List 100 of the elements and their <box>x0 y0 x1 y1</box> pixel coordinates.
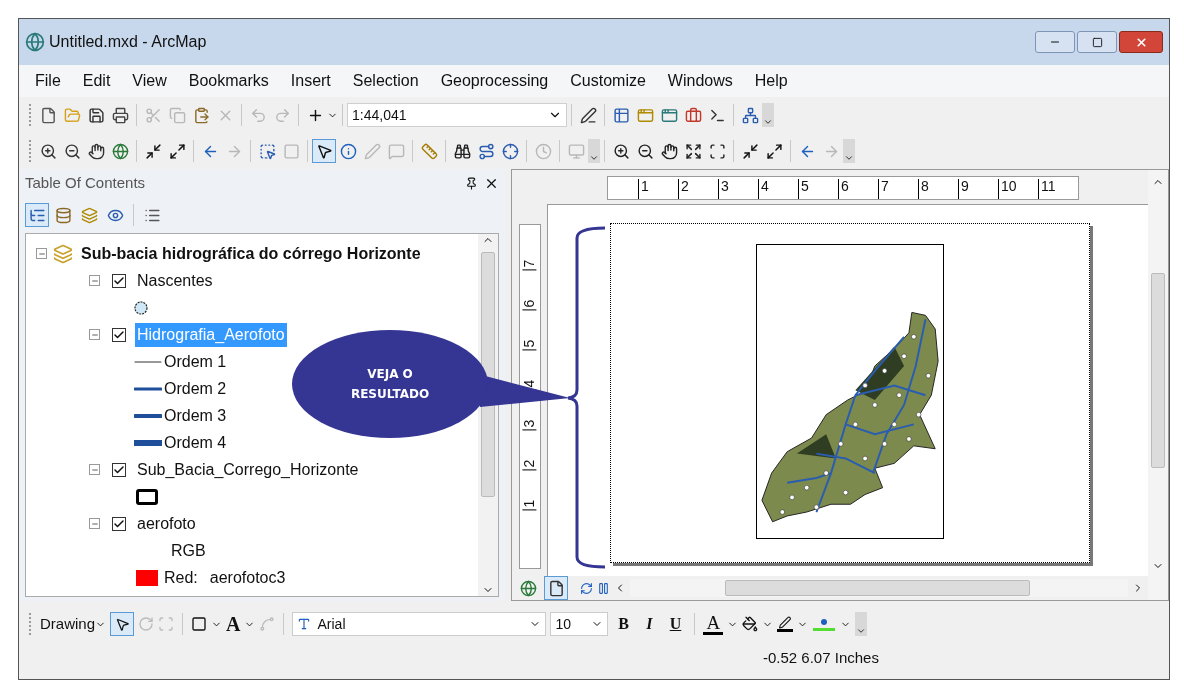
scrollbar-thumb[interactable] <box>725 580 1030 596</box>
zoom-out-icon <box>636 142 654 160</box>
ruler-label: 2 <box>678 179 718 199</box>
window-title: Untitled.mxd - ArcMap <box>49 32 207 52</box>
select-cursor-icon <box>258 142 276 160</box>
ruler-label: 3 <box>522 419 537 431</box>
pointer-button[interactable] <box>312 139 336 163</box>
pointer-icon <box>114 616 130 632</box>
select-elements-button[interactable] <box>110 612 135 636</box>
line-color-icon[interactable] <box>777 616 794 632</box>
font-size-combo[interactable]: 10 <box>550 612 609 636</box>
page-icon <box>547 579 565 597</box>
toolbar-grip[interactable] <box>29 613 32 635</box>
arrows-outward-icon <box>168 142 186 160</box>
panel-title: Table Of Contents <box>25 172 146 193</box>
diagram-icon <box>741 106 759 124</box>
horizontal-scrollbar[interactable] <box>630 579 1128 597</box>
polygon-symbol-icon <box>136 488 158 505</box>
ruler-label: 2 <box>522 459 537 471</box>
legend-label: Ordem 1 <box>164 351 227 372</box>
menu-item[interactable]: Geoprocessing <box>440 69 549 93</box>
font-icon <box>297 617 312 631</box>
vertical-scrollbar[interactable] <box>478 234 498 596</box>
close-button[interactable] <box>1119 31 1163 53</box>
layer-checkbox[interactable] <box>112 273 126 288</box>
ruler-label: 7 <box>522 259 537 271</box>
menu-item[interactable]: Customize <box>570 69 646 93</box>
menu-item[interactable]: Selection <box>352 69 419 93</box>
data-frame-name[interactable]: Sub-bacia hidrográfica do córrego Horizonte <box>81 241 421 266</box>
legend-label: Ordem 3 <box>164 405 227 426</box>
check-icon <box>113 463 125 476</box>
scale-combo[interactable]: 1:44,041 <box>347 103 567 127</box>
maximize-button[interactable] <box>1077 31 1117 53</box>
font-size: 10 <box>555 614 572 634</box>
menu-item[interactable]: View <box>132 69 167 93</box>
hand-icon <box>660 142 678 160</box>
ruler-label: 7 <box>878 179 918 199</box>
font-color-button[interactable]: A <box>703 613 724 635</box>
scale-value: 1:44,041 <box>352 105 407 125</box>
rectangle-icon[interactable] <box>191 616 208 632</box>
expander[interactable] <box>89 329 100 340</box>
ruler-label: 1 <box>522 499 537 511</box>
vertical-scrollbar[interactable] <box>1148 170 1168 600</box>
point-symbol-icon <box>134 300 148 315</box>
scrollbar-thumb[interactable] <box>1151 273 1165 468</box>
fill-color-icon[interactable] <box>742 616 759 632</box>
bold-button[interactable]: B <box>612 612 635 636</box>
expander[interactable] <box>36 248 47 259</box>
refresh-icon[interactable] <box>580 581 593 595</box>
ruler-label: 6 <box>522 299 537 311</box>
italic-button[interactable]: I <box>638 612 661 636</box>
layer-name[interactable]: aerofoto <box>135 511 198 536</box>
pen-icon <box>363 142 381 160</box>
binoculars-icon <box>453 142 471 160</box>
page-button[interactable] <box>544 576 568 600</box>
scissors-icon <box>144 106 162 124</box>
zoom-in-icon <box>39 142 57 160</box>
layer-name[interactable]: Nascentes <box>135 268 215 293</box>
toolbar-grip[interactable] <box>29 104 32 126</box>
layer-checkbox[interactable] <box>112 462 126 477</box>
square-icon <box>282 142 300 160</box>
pin-icon[interactable] <box>465 176 478 190</box>
chevron-down-icon <box>589 153 599 163</box>
ruler-label: 4 <box>758 179 798 199</box>
zoom-in-icon <box>612 142 630 160</box>
window-icon <box>636 106 654 124</box>
layer-checkbox[interactable] <box>112 327 126 342</box>
printer-icon <box>111 106 129 124</box>
ruler-icon <box>420 142 438 160</box>
text-tool-button[interactable]: A <box>226 614 241 634</box>
chevron-down-icon <box>856 626 867 636</box>
copy-icon <box>168 106 186 124</box>
arrows-inward-icon <box>741 142 759 160</box>
layer-list-button[interactable] <box>25 203 49 227</box>
legend-label: Ordem 2 <box>164 378 227 399</box>
speech-bubble-icon <box>387 142 405 160</box>
line-symbol-icon <box>134 438 162 447</box>
menu-item[interactable]: Insert <box>290 69 331 93</box>
table-icon <box>612 106 630 124</box>
marker-color-icon[interactable] <box>812 616 837 632</box>
ruler-label: 3 <box>718 179 758 199</box>
pencil-icon <box>579 106 597 124</box>
frame-icon <box>708 142 726 160</box>
layer-name[interactable]: Sub_Bacia_Corrego_Horizonte <box>135 457 361 482</box>
menu-item[interactable]: Windows <box>667 69 733 93</box>
expander[interactable] <box>89 275 100 286</box>
menu-item[interactable]: Help <box>754 69 788 93</box>
menu-item[interactable]: Edit <box>82 69 111 93</box>
menu-item[interactable]: File <box>35 69 61 93</box>
expander[interactable] <box>89 518 100 529</box>
font-combo[interactable]: Arial <box>292 612 547 636</box>
toolbar-grip[interactable] <box>29 140 32 162</box>
layer-checkbox[interactable] <box>112 516 126 531</box>
pause-icon[interactable] <box>597 581 610 595</box>
menu-item[interactable]: Bookmarks <box>188 69 269 93</box>
underline-button[interactable]: U <box>664 612 687 636</box>
expander[interactable] <box>89 464 100 475</box>
crosshair-icon <box>501 142 519 160</box>
drawing-menu-button[interactable]: Drawing <box>40 612 107 636</box>
check-icon <box>113 274 125 287</box>
